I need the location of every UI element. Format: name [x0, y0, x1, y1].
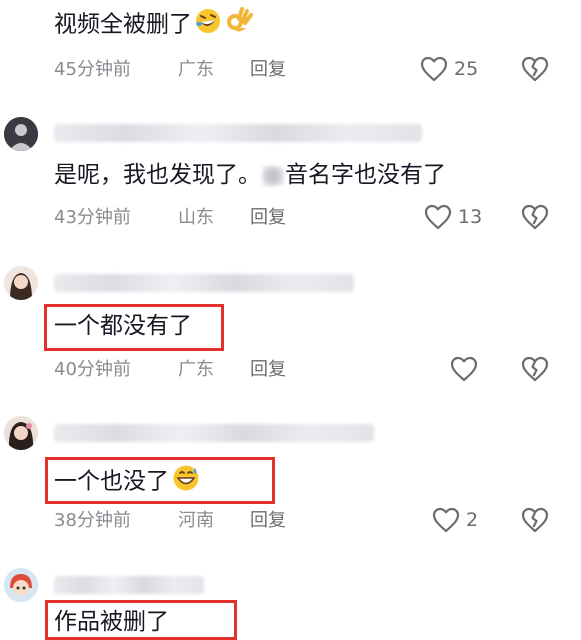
username-blurred[interactable]	[54, 124, 422, 142]
like-count: 25	[454, 58, 479, 80]
like-button[interactable]	[450, 356, 478, 382]
dislike-button[interactable]	[521, 56, 549, 86]
comment-text-content: 音名字也没有了	[285, 162, 446, 188]
dislike-button[interactable]	[521, 507, 549, 537]
comment-meta: 45分钟前 广东 回复	[54, 58, 286, 82]
ok-hand-emoji	[224, 6, 254, 44]
username-blurred[interactable]	[54, 274, 354, 292]
like-button[interactable]: 13	[424, 204, 482, 230]
avatar[interactable]	[4, 117, 38, 151]
username-blurred[interactable]	[54, 576, 204, 594]
comment-location: 广东	[178, 59, 214, 80]
comment-meta: 38分钟前 河南 回复	[54, 509, 286, 533]
comment-time: 45分钟前	[54, 59, 131, 80]
comment-time: 43分钟前	[54, 207, 131, 228]
comment-text: 是呢，我也发现了。 音名字也没有了	[54, 160, 446, 190]
comment-time: 38分钟前	[54, 510, 131, 531]
comment-location: 广东	[178, 359, 214, 380]
comment-text-content: 视频全被删了	[54, 11, 192, 38]
like-button[interactable]: 2	[432, 507, 478, 533]
comment-location: 河南	[178, 510, 214, 531]
comment-time: 40分钟前	[54, 359, 131, 380]
dislike-button[interactable]	[521, 356, 549, 386]
comment-text: 视频全被删了	[54, 6, 254, 44]
comment-text-content: 一个都没有了	[54, 313, 192, 339]
reply-button[interactable]: 回复	[250, 358, 286, 382]
comment-list: 视频全被删了 45分钟前 广东 回复 25 是呢，我也发现了。 音名字也没有了 4…	[0, 0, 581, 640]
broken-heart-icon	[521, 204, 549, 230]
broken-heart-icon	[521, 56, 549, 82]
comment-location: 山东	[178, 207, 214, 228]
like-count: 13	[458, 206, 483, 228]
reply-button[interactable]: 回复	[250, 58, 286, 82]
heart-outline-icon	[424, 204, 452, 230]
comment-text: 作品被删了	[54, 607, 169, 637]
like-button[interactable]: 25	[420, 56, 478, 82]
comment-text: 一个也没了	[54, 463, 201, 501]
comment-meta: 43分钟前 山东 回复	[54, 206, 286, 230]
avatar[interactable]	[4, 568, 38, 602]
comment-meta: 40分钟前 广东 回复	[54, 358, 286, 382]
rolling-laughing-emoji	[194, 7, 222, 43]
grinning-sweat-emoji	[171, 463, 201, 501]
reply-button[interactable]: 回复	[250, 509, 286, 533]
avatar[interactable]	[4, 416, 38, 450]
comment-text-content: 一个也没了	[54, 468, 169, 495]
avatar[interactable]	[4, 266, 38, 300]
broken-heart-icon	[521, 356, 549, 382]
heart-outline-icon	[420, 56, 448, 82]
redacted-mark	[262, 165, 284, 186]
dislike-button[interactable]	[521, 204, 549, 234]
broken-heart-icon	[521, 507, 549, 533]
comment-text-content: 是呢，我也发现了。	[54, 162, 261, 188]
like-count: 2	[466, 509, 479, 531]
comment-text-content: 作品被删了	[54, 609, 169, 635]
reply-button[interactable]: 回复	[250, 206, 286, 230]
comment-text: 一个都没有了	[54, 311, 192, 341]
heart-outline-icon	[450, 356, 478, 382]
heart-outline-icon	[432, 507, 460, 533]
username-blurred[interactable]	[54, 424, 374, 442]
